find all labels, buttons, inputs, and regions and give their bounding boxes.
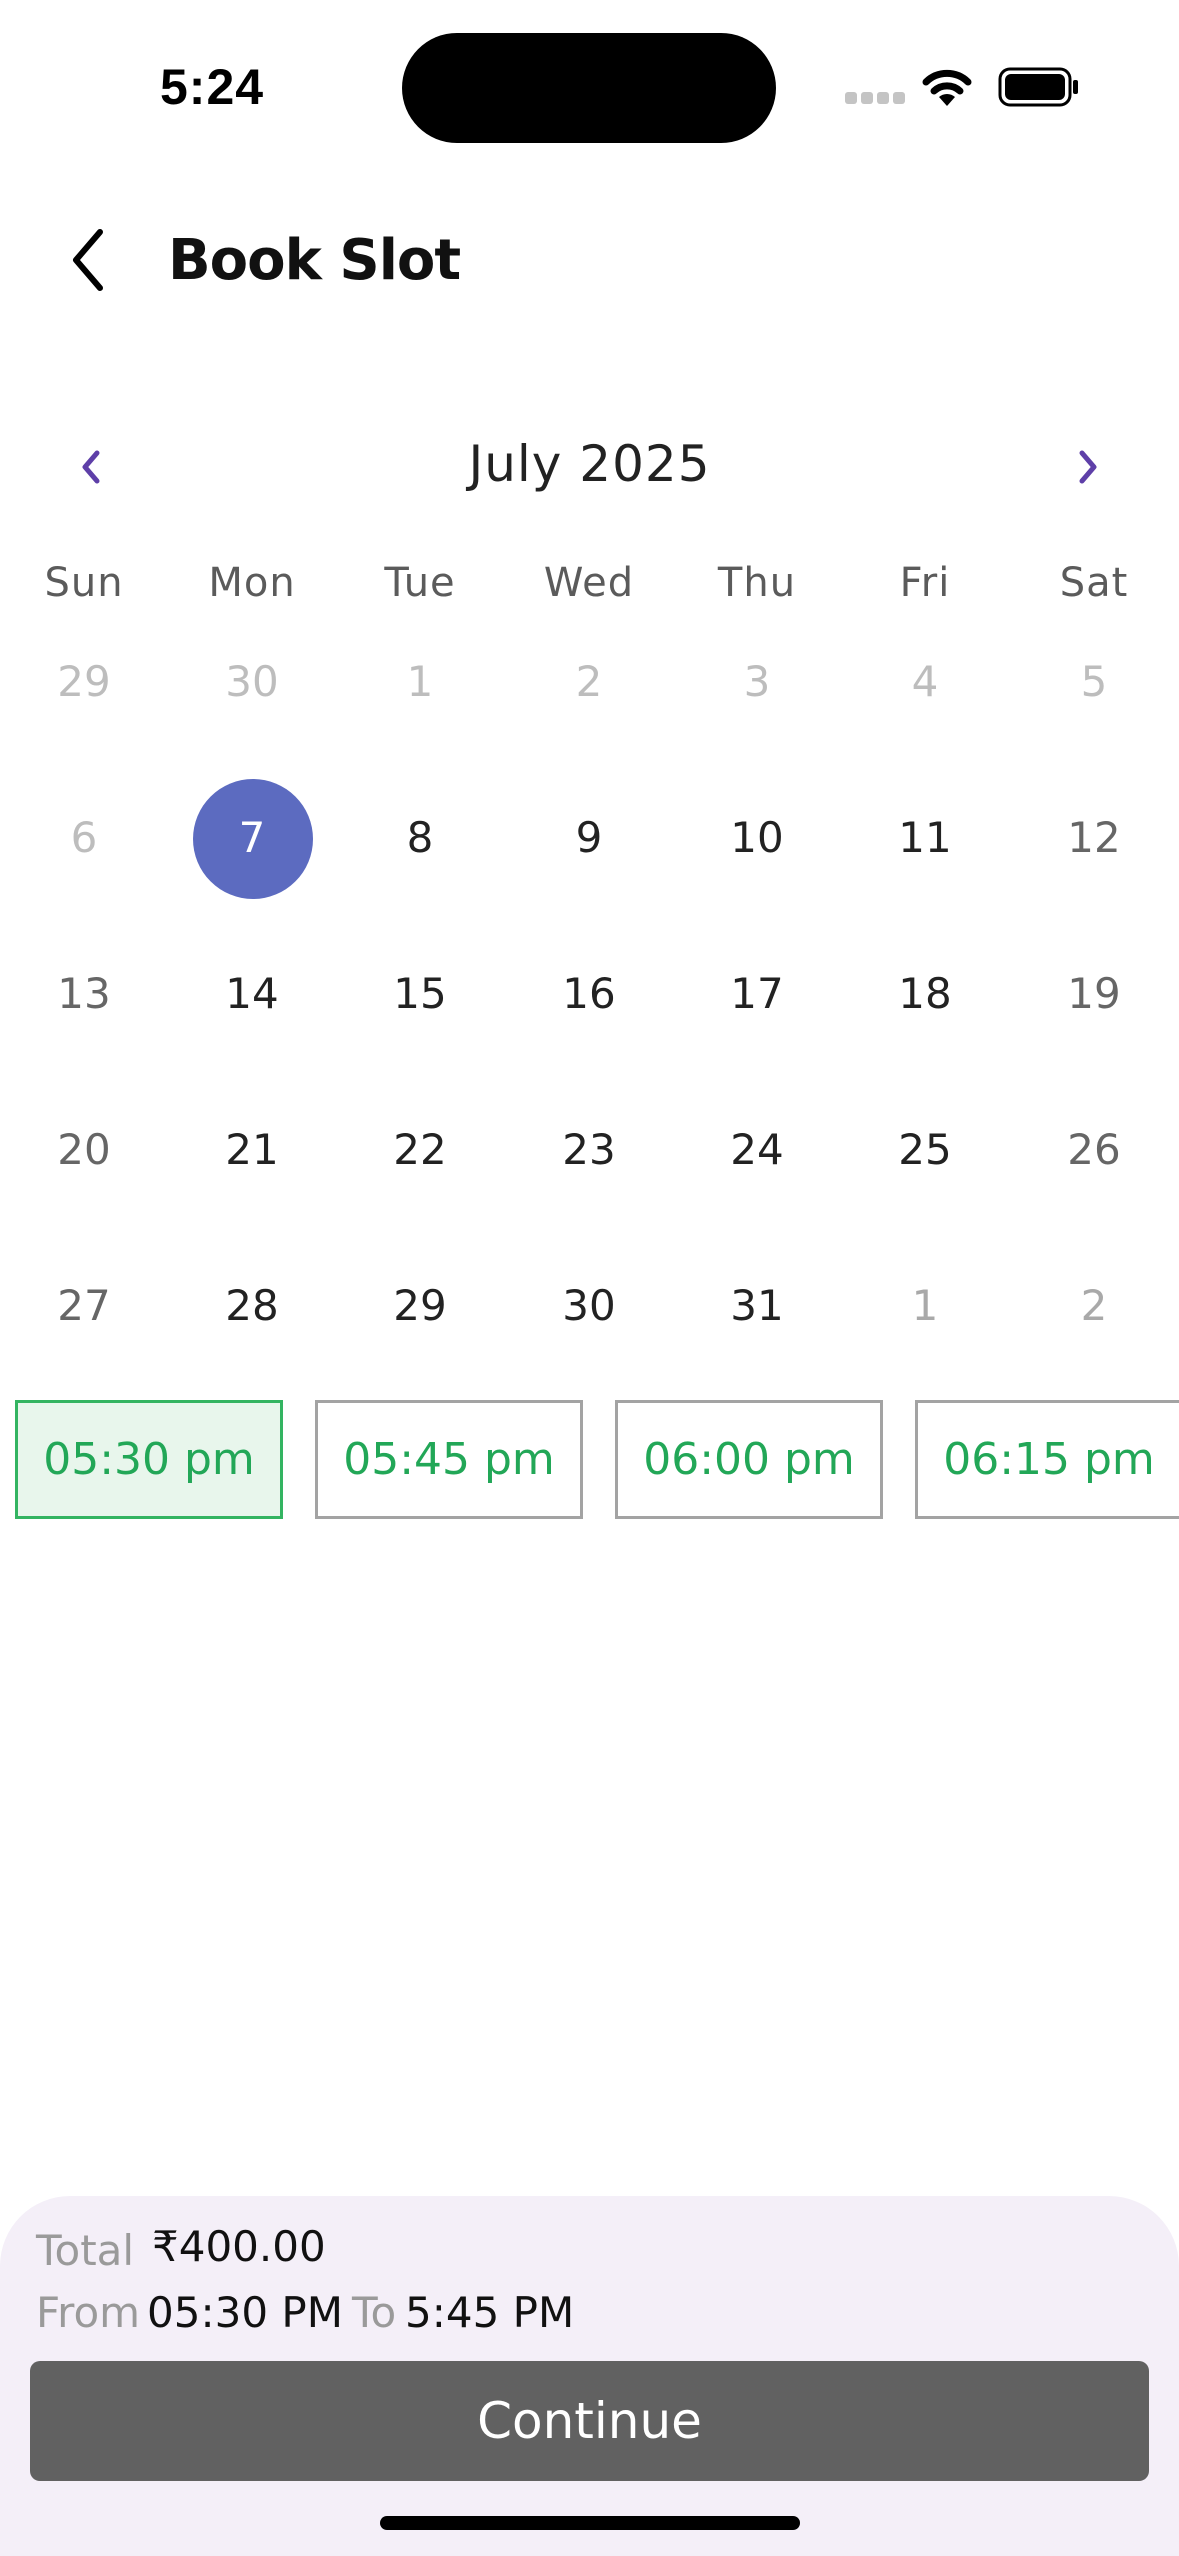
calendar-day: 6 [70,813,98,862]
weekday-label: Sun [44,560,124,606]
weekday-label: Mon [208,560,296,606]
total-value: ₹400.00 [152,2222,326,2271]
calendar-day: 3 [743,657,771,706]
calendar-day[interactable]: 15 [336,964,504,1024]
calendar-day: 2 [575,657,603,706]
calendar-day[interactable]: 25 [841,1120,1009,1180]
chevron-right-icon [1079,450,1097,484]
time-slot[interactable]: 05:45 pm [315,1400,583,1519]
calendar-day[interactable]: 30 [505,1276,673,1336]
time-slot-selected[interactable]: 05:30 pm [15,1400,283,1519]
time-slot[interactable]: 06:00 pm [615,1400,883,1519]
calendar-day[interactable]: 29 [336,1276,504,1336]
weekday-label: Sat [1059,560,1129,606]
calendar-day[interactable]: 8 [336,808,504,868]
dynamic-island [402,33,776,143]
calendar-day[interactable]: 13 [0,964,168,1024]
battery-icon [998,67,1080,107]
calendar-day[interactable]: 12 [1010,808,1178,868]
from-time: 05:30 PM [147,2288,343,2337]
time-slot[interactable]: 06:15 pm [915,1400,1179,1519]
calendar-day[interactable]: 20 [0,1120,168,1180]
signal-icon [845,92,905,106]
calendar-day[interactable]: 28 [168,1276,336,1336]
calendar-day[interactable]: 17 [673,964,841,1024]
calendar-day: 1 [911,1281,939,1330]
total-label: Total [36,2226,135,2275]
weekday-label: Tue [384,560,456,606]
wifi-icon [920,64,974,108]
calendar-day[interactable]: 22 [336,1120,504,1180]
calendar-day-selected[interactable]: 7 [168,808,336,868]
calendar-day: 2 [1080,1281,1108,1330]
to-time: 5:45 PM [405,2288,575,2337]
calendar-day[interactable]: 24 [673,1120,841,1180]
calendar-day[interactable]: 27 [0,1276,168,1336]
month-label: July 2025 [468,435,711,493]
next-month-button[interactable] [1053,432,1123,502]
calendar-day[interactable]: 31 [673,1276,841,1336]
calendar-day[interactable]: 9 [505,808,673,868]
from-label: From [36,2288,141,2337]
home-indicator [380,2516,800,2530]
calendar-day[interactable]: 23 [505,1120,673,1180]
weekday-label: Fri [899,560,951,606]
calendar-day[interactable]: 16 [505,964,673,1024]
page-title: Book Slot [168,228,461,293]
calendar-day: 30 [225,657,279,706]
calendar-day[interactable]: 14 [168,964,336,1024]
status-time: 5:24 [160,59,265,115]
calendar-day[interactable]: 21 [168,1120,336,1180]
calendar-day[interactable]: 18 [841,964,1009,1024]
calendar-day[interactable]: 10 [673,808,841,868]
calendar-day: 4 [911,657,939,706]
calendar-day: 29 [57,657,111,706]
to-label: To [352,2288,397,2337]
back-arrow-icon [73,229,103,291]
calendar-day: 5 [1080,657,1108,706]
calendar-day[interactable]: 19 [1010,964,1178,1024]
weekday-label: Wed [543,560,635,606]
back-button[interactable] [48,220,128,300]
calendar-day[interactable]: 11 [841,808,1009,868]
weekday-label: Thu [717,560,797,606]
calendar-day[interactable]: 26 [1010,1120,1178,1180]
calendar-day: 1 [406,657,434,706]
continue-button[interactable]: Continue [30,2361,1149,2481]
